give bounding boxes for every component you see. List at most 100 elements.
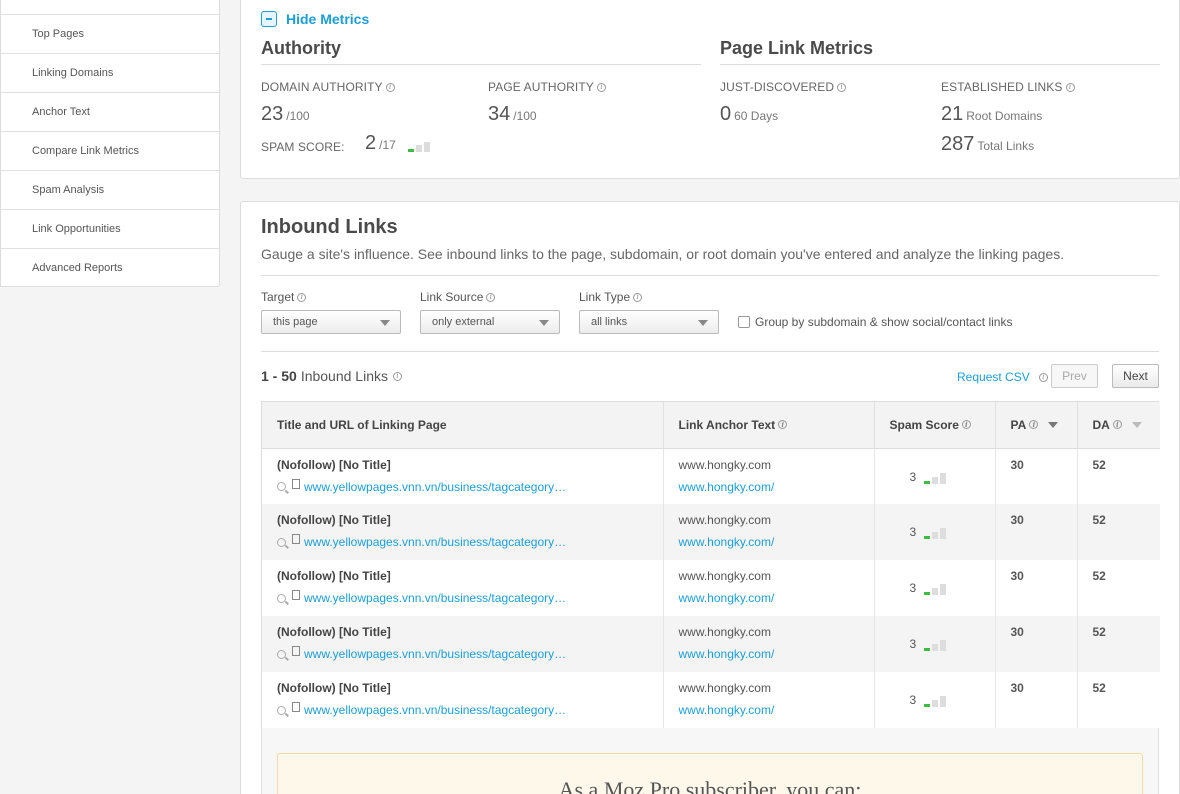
minus-square-icon (261, 11, 277, 27)
linking-page-url[interactable]: www.yellowpages.vnn.vn/business/tagcateg… (304, 480, 566, 494)
search-icon[interactable] (277, 649, 286, 659)
sidebar-item-link-opportunities[interactable]: Link Opportunities (1, 209, 219, 248)
info-icon[interactable]: i (1038, 372, 1048, 382)
info-icon[interactable]: i (961, 420, 971, 430)
info-icon[interactable]: i (837, 82, 847, 92)
linking-page-url[interactable]: www.yellowpages.vnn.vn/business/tagcateg… (304, 647, 566, 661)
page-authority-label: PAGE AUTHORITY i (488, 80, 606, 94)
cell-pa: 30 (995, 616, 1078, 672)
domain-authority-number: 23 (261, 103, 284, 125)
linking-page-url[interactable]: www.yellowpages.vnn.vn/business/tagcateg… (304, 703, 566, 717)
hide-metrics-label: Hide Metrics (286, 11, 370, 27)
inbound-range: 1 - 50 (261, 368, 297, 384)
caret-down-icon (539, 320, 549, 326)
document-icon[interactable] (292, 702, 300, 712)
info-icon[interactable]: i (1065, 82, 1075, 92)
just-discovered-label: JUST-DISCOVERED i (720, 80, 847, 94)
linking-page-url[interactable]: www.yellowpages.vnn.vn/business/tagcateg… (304, 535, 566, 549)
anchor-text: www.hongky.com (678, 681, 771, 695)
established-links-label-text: ESTABLISHED LINKS (941, 80, 1063, 94)
group-by-subdomain-checkbox[interactable] (738, 316, 750, 328)
column-header-anchor[interactable]: Link Anchor Text i (663, 402, 875, 449)
link-type-select-value: all links (591, 316, 628, 328)
info-icon[interactable]: i (297, 292, 307, 302)
anchor-target-url[interactable]: www.hongky.com/ (679, 591, 874, 605)
sidebar-item-linking-domains[interactable]: Linking Domains (1, 53, 219, 92)
info-icon[interactable]: i (486, 292, 496, 302)
next-button[interactable]: Next (1112, 364, 1159, 388)
document-icon[interactable] (292, 590, 300, 600)
anchor-target-url[interactable]: www.hongky.com/ (679, 647, 874, 661)
just-discovered-number: 0 (720, 103, 732, 125)
document-icon[interactable] (292, 478, 300, 489)
sidebar-item-compare-link-metrics[interactable]: Compare Link Metrics (1, 131, 219, 170)
spam-score-value: 2/17 (365, 132, 430, 155)
cell-anchor: www.hongky.com www.hongky.com/ (663, 560, 875, 616)
spam-score-number: 3 (909, 469, 917, 484)
domain-authority-max: /100 (286, 109, 310, 123)
sort-caret-down-icon[interactable] (1048, 421, 1059, 428)
anchor-text: www.hongky.com (678, 457, 771, 472)
search-icon[interactable] (277, 705, 286, 715)
link-type-select[interactable]: all links (579, 310, 719, 334)
info-icon[interactable]: i (1112, 420, 1122, 430)
domain-authority-label-text: DOMAIN AUTHORITY (261, 80, 383, 94)
info-icon[interactable]: i (1029, 420, 1039, 430)
total-links-number: 287 (941, 133, 975, 155)
spam-score-bars (924, 583, 947, 595)
cell-da: 52 (1077, 504, 1160, 560)
column-header-title-url[interactable]: Title and URL of Linking Page (262, 402, 664, 449)
sidebar-item-top-pages[interactable]: Top Pages (1, 14, 219, 53)
info-icon[interactable]: i (385, 82, 395, 92)
sidebar-nav: Top Pages Linking Domains Anchor Text Co… (0, 0, 220, 287)
cell-pa: 30 (995, 504, 1078, 560)
link-url-row: www.yellowpages.vnn.vn/business/tagcateg… (277, 702, 663, 717)
anchor-target-url[interactable]: www.hongky.com/ (679, 535, 874, 549)
search-icon[interactable] (277, 537, 286, 547)
cell-anchor: www.hongky.com www.hongky.com/ (663, 672, 875, 728)
root-domains-unit: Root Domains (966, 109, 1043, 123)
sidebar-item-anchor-text[interactable]: Anchor Text (1, 92, 219, 131)
spam-score-bars (924, 639, 947, 651)
prev-button[interactable]: Prev (1051, 364, 1098, 388)
column-header-spam-label: Spam Score (889, 417, 959, 432)
info-icon[interactable]: i (393, 371, 402, 381)
group-by-subdomain-option[interactable]: Group by subdomain & show social/contact… (738, 315, 1012, 329)
table-header-row: Title and URL of Linking Page Link Ancho… (262, 402, 1160, 449)
info-icon[interactable]: i (596, 82, 606, 92)
spam-score-label: SPAM SCORE: (261, 140, 345, 154)
linking-page-url[interactable]: www.yellowpages.vnn.vn/business/tagcateg… (304, 591, 566, 605)
info-icon[interactable]: i (633, 292, 643, 302)
table-row: (Nofollow) [No Title] www.yellowpages.vn… (262, 560, 1160, 616)
search-icon[interactable] (277, 593, 286, 603)
search-icon[interactable] (277, 482, 286, 491)
just-discovered-unit: 60 Days (734, 109, 779, 123)
request-csv-link[interactable]: Request CSV i (957, 370, 1048, 384)
sort-caret-down-icon[interactable] (1131, 421, 1142, 428)
link-title: (Nofollow) [No Title] (277, 625, 391, 639)
anchor-text: www.hongky.com (678, 513, 771, 527)
sidebar-item-advanced-reports[interactable]: Advanced Reports (1, 248, 219, 287)
target-select[interactable]: this page (261, 310, 401, 334)
document-icon[interactable] (292, 646, 300, 656)
column-header-da[interactable]: DA i (1077, 402, 1160, 449)
column-header-spam[interactable]: Spam Score i (874, 402, 996, 449)
anchor-target-url[interactable]: www.hongky.com/ (679, 703, 874, 717)
hide-metrics-toggle[interactable]: Hide Metrics (261, 11, 369, 27)
document-icon[interactable] (292, 534, 300, 544)
table-row: (Nofollow) [No Title] www.yellowpages.vn… (262, 448, 1160, 504)
column-header-pa[interactable]: PA i (995, 402, 1078, 449)
info-icon[interactable]: i (778, 420, 788, 430)
anchor-target-url[interactable]: www.hongky.com/ (679, 480, 874, 494)
cell-da: 52 (1077, 560, 1160, 616)
column-header-title-url-label: Title and URL of Linking Page (277, 417, 447, 432)
spam-score-number: 3 (909, 581, 917, 595)
link-source-select[interactable]: only external (420, 310, 560, 334)
link-type-filter-label: Link Type i (579, 290, 643, 304)
cell-anchor: www.hongky.com www.hongky.com/ (663, 504, 875, 560)
inbound-divider-filters (261, 351, 1159, 352)
sidebar-item-spam-analysis[interactable]: Spam Analysis (1, 170, 219, 209)
page-authority-label-text: PAGE AUTHORITY (488, 80, 594, 94)
link-source-label-text: Link Source (420, 290, 484, 304)
column-header-anchor-label: Link Anchor Text (678, 417, 776, 432)
